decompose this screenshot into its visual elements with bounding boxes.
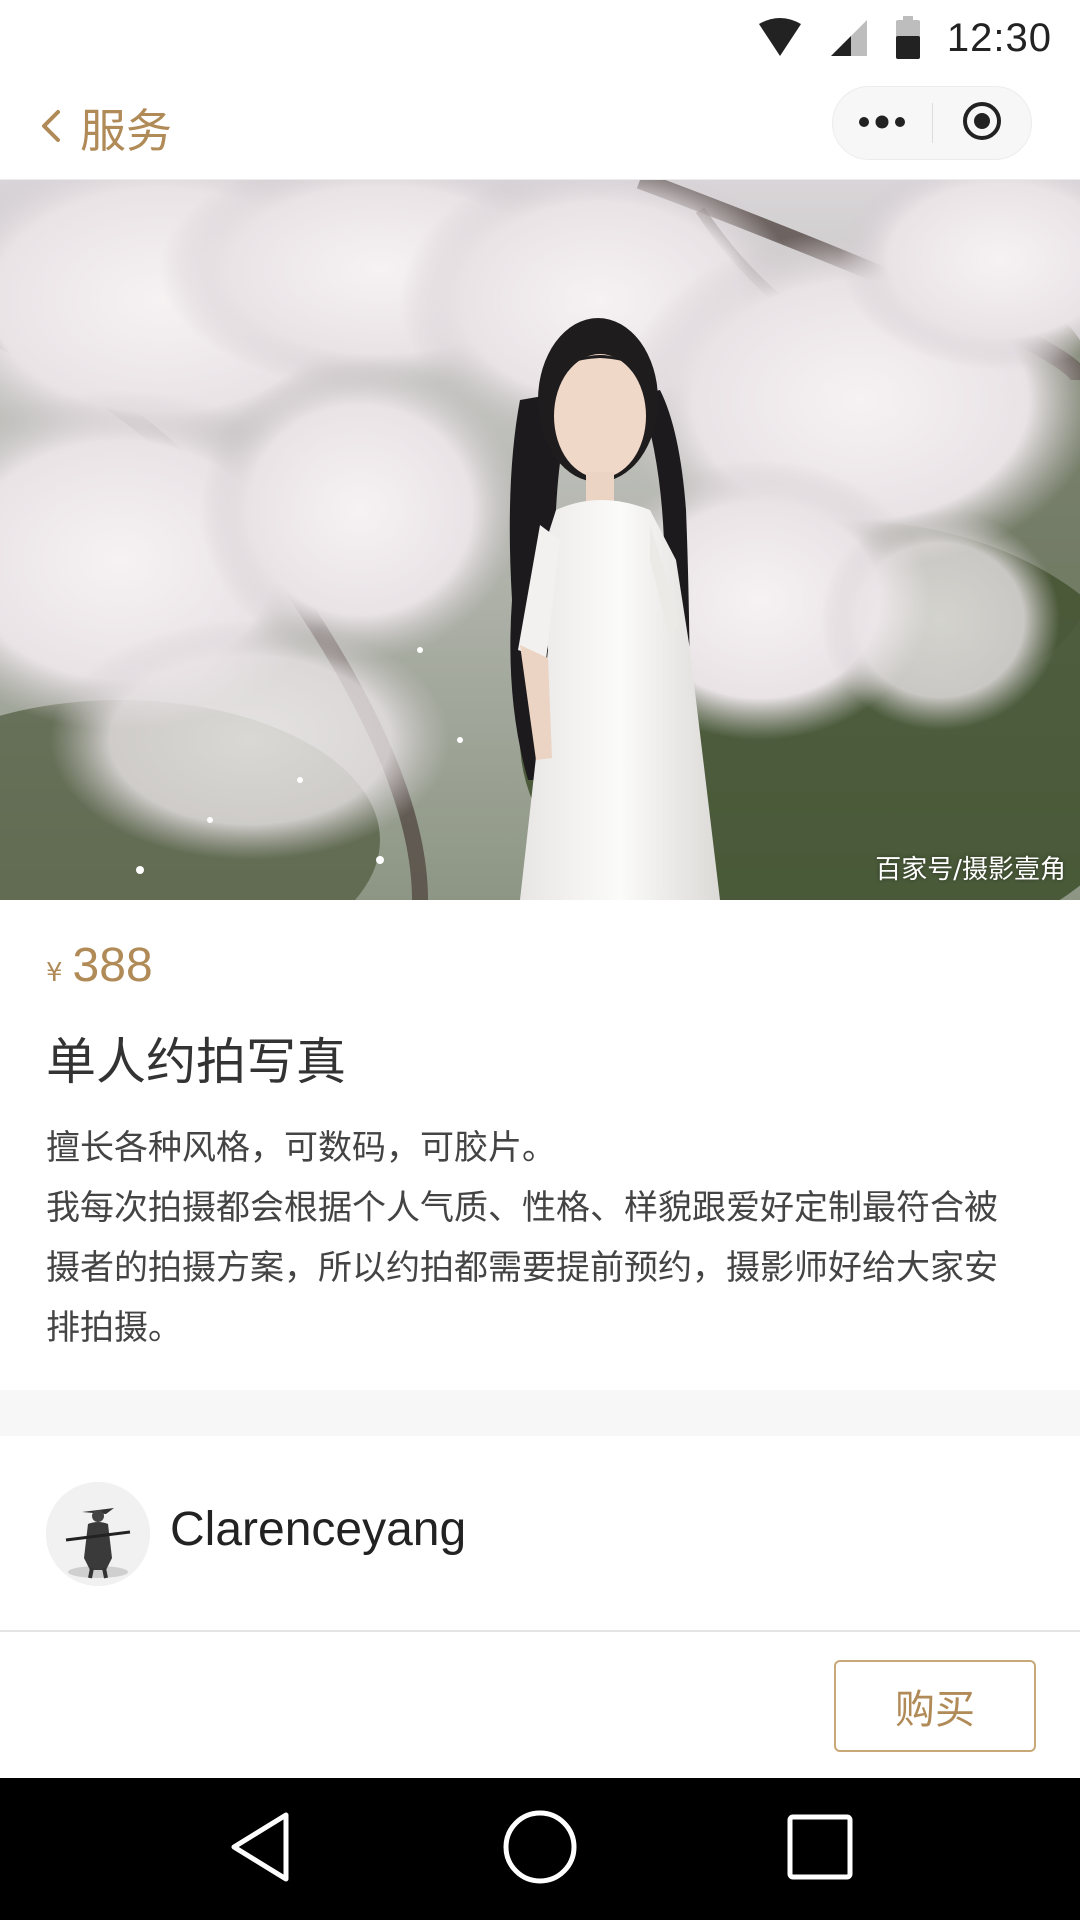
home-circle-icon xyxy=(502,1809,578,1889)
avatar xyxy=(46,1482,150,1586)
action-bar: 购买 xyxy=(0,1632,1080,1778)
buy-button[interactable]: 购买 xyxy=(834,1660,1036,1752)
service-info: ¥ 388 单人约拍写真 擅长各种风格，可数码，可胶片。 我每次拍摄都会根据个人… xyxy=(0,900,1080,1390)
back-button[interactable]: 服务 xyxy=(40,96,172,160)
description-line-2: 我每次拍摄都会根据个人气质、性格、样貌跟爱好定制最符合被摄者的拍摄方案，所以约拍… xyxy=(46,1188,998,1348)
more-button[interactable] xyxy=(833,86,932,160)
author-name: Clarenceyang xyxy=(170,1503,467,1556)
wifi-icon xyxy=(757,18,803,58)
description-line-1: 擅长各种风格，可数码，可胶片。 xyxy=(46,1128,556,1168)
system-back-button[interactable] xyxy=(210,1799,310,1899)
close-button[interactable] xyxy=(933,86,1032,160)
system-home-button[interactable] xyxy=(490,1799,590,1899)
currency-symbol: ¥ xyxy=(46,958,63,988)
recents-square-icon xyxy=(786,1813,854,1885)
service-title: 单人约拍写真 xyxy=(46,1033,346,1091)
mini-program-capsule xyxy=(832,86,1032,160)
back-triangle-icon xyxy=(228,1811,292,1887)
price-value: 388 xyxy=(72,939,153,992)
system-navigation-bar xyxy=(0,1778,1080,1920)
section-divider xyxy=(0,1390,1080,1436)
chevron-left-icon xyxy=(40,108,62,148)
target-close-icon xyxy=(961,100,1003,146)
photo-watermark: 百家号/摄影壹角 xyxy=(875,855,1066,885)
navigation-bar: 服务 xyxy=(0,76,1080,180)
status-bar: 12:30 xyxy=(0,0,1080,76)
cell-signal-icon xyxy=(829,18,869,58)
service-photo: 百家号/摄影壹角 xyxy=(0,180,1080,900)
battery-icon xyxy=(895,16,921,60)
service-description: 擅长各种风格，可数码，可胶片。 我每次拍摄都会根据个人气质、性格、样貌跟爱好定制… xyxy=(46,1118,1026,1358)
page-title: 服务 xyxy=(80,104,172,158)
author-row[interactable]: Clarenceyang xyxy=(0,1436,1080,1632)
more-dots-icon xyxy=(858,114,906,133)
system-recents-button[interactable] xyxy=(770,1799,870,1899)
status-time: 12:30 xyxy=(946,15,1052,60)
price: ¥ 388 xyxy=(46,938,153,993)
